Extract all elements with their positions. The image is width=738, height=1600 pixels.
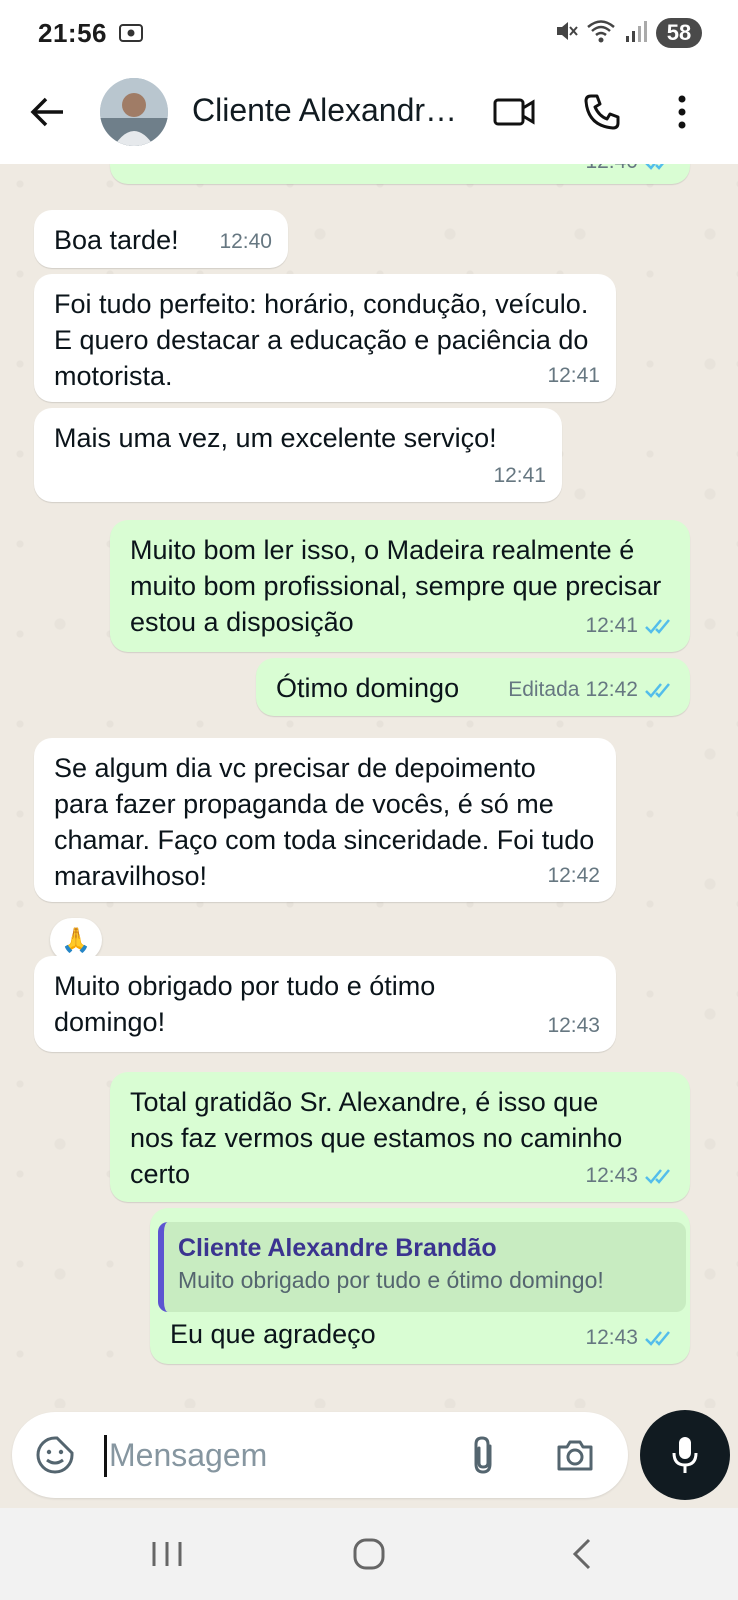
chat-title[interactable]: Cliente Alexandre… bbox=[192, 92, 472, 129]
home-icon bbox=[353, 1538, 385, 1570]
quoted-text: Muito obrigado por tudo e ótimo domingo! bbox=[178, 1267, 604, 1293]
message-bubble-outgoing[interactable]: 12:40 bbox=[110, 164, 690, 184]
microphone-icon bbox=[672, 1437, 698, 1473]
arrow-left-icon bbox=[30, 97, 63, 127]
message-meta: 12:40 bbox=[585, 164, 674, 180]
contact-photo bbox=[100, 78, 168, 146]
message-meta: 12:41 bbox=[547, 358, 600, 394]
screen-record-icon bbox=[119, 24, 143, 42]
status-icons bbox=[554, 18, 648, 44]
message-text: Muito obrigado por tudo e ótimo domingo! bbox=[54, 971, 436, 1037]
emoji-button[interactable] bbox=[32, 1432, 78, 1478]
message-bubble-incoming[interactable]: Foi tudo perfeito: horário, condução, ve… bbox=[34, 274, 616, 402]
battery-indicator: 58 bbox=[656, 18, 702, 48]
message-text: Foi tudo perfeito: horário, condução, ve… bbox=[54, 289, 589, 391]
message-text: Total gratidão Sr. Alexandre, é isso que… bbox=[130, 1087, 623, 1189]
mute-icon bbox=[557, 22, 578, 40]
message-meta: 12:41 bbox=[493, 458, 546, 494]
message-time: 12:41 bbox=[585, 614, 638, 637]
avatar[interactable] bbox=[100, 78, 168, 146]
signal-icon bbox=[626, 21, 647, 42]
message-meta: Editada 12:42 bbox=[508, 672, 674, 708]
camera-icon bbox=[557, 1440, 593, 1471]
message-time: 12:43 bbox=[585, 1326, 638, 1349]
message-text: Eu que agradeço bbox=[170, 1319, 376, 1349]
message-bubble-incoming[interactable]: Muito obrigado por tudo e ótimo domingo!… bbox=[34, 956, 616, 1052]
home-button[interactable] bbox=[344, 1534, 394, 1574]
message-list[interactable]: 12:40 Boa tarde! 12:40 Foi tudo perfeito… bbox=[0, 164, 738, 1408]
message-bubble-incoming[interactable]: Boa tarde! 12:40 bbox=[34, 210, 288, 268]
voice-message-button[interactable] bbox=[640, 1410, 730, 1500]
message-composer: Mensagem bbox=[12, 1412, 628, 1498]
menu-button[interactable] bbox=[658, 88, 706, 136]
recent-apps-icon bbox=[152, 1542, 182, 1566]
quoted-message[interactable]: Cliente Alexandre Brandão Muito obrigado… bbox=[158, 1222, 686, 1312]
message-text: Mais uma vez, um excelente serviço! bbox=[54, 423, 497, 453]
message-meta: 12:41 bbox=[585, 608, 674, 644]
video-call-button[interactable] bbox=[490, 88, 538, 136]
paperclip-icon bbox=[474, 1436, 492, 1474]
read-receipt-icon bbox=[645, 683, 670, 698]
read-receipt-icon bbox=[645, 1331, 670, 1346]
message-meta: 12:42 bbox=[547, 858, 600, 894]
message-meta: 12:43 bbox=[585, 1158, 674, 1194]
recent-apps-button[interactable] bbox=[142, 1534, 192, 1574]
message-time: 12:40 bbox=[219, 230, 272, 253]
status-time: 21:56 bbox=[38, 18, 107, 48]
attach-button[interactable] bbox=[460, 1432, 506, 1478]
status-bar: 21:56 58 bbox=[0, 0, 738, 66]
message-input[interactable]: Mensagem bbox=[104, 1435, 267, 1477]
phone-icon bbox=[584, 94, 620, 130]
message-bubble-outgoing[interactable]: Total gratidão Sr. Alexandre, é isso que… bbox=[110, 1072, 690, 1202]
message-meta: 12:43 bbox=[547, 1008, 600, 1044]
system-navigation-bar bbox=[0, 1508, 738, 1600]
message-time: 12:42 bbox=[547, 864, 600, 887]
message-bubble-incoming[interactable]: Se algum dia vc precisar de depoimento p… bbox=[34, 738, 616, 902]
sticker-emoji-icon bbox=[36, 1436, 74, 1474]
read-receipt-icon bbox=[645, 164, 664, 170]
message-time: 12:41 bbox=[547, 364, 600, 387]
read-receipt-icon bbox=[645, 1169, 670, 1184]
read-receipt-icon bbox=[645, 619, 670, 634]
chat-header: Cliente Alexandre… bbox=[0, 66, 738, 164]
message-time: 12:40 bbox=[585, 164, 638, 180]
back-nav-button[interactable] bbox=[556, 1534, 606, 1574]
message-meta: 12:43 bbox=[585, 1320, 674, 1356]
video-camera-icon bbox=[493, 98, 535, 126]
message-bubble-outgoing[interactable]: Muito bom ler isso, o Madeira realmente … bbox=[110, 520, 690, 652]
back-button[interactable] bbox=[26, 90, 70, 134]
more-vertical-icon bbox=[678, 95, 686, 129]
camera-button[interactable] bbox=[552, 1432, 598, 1478]
message-meta: 12:40 bbox=[219, 224, 272, 260]
wifi-icon bbox=[587, 20, 615, 43]
message-text: Se algum dia vc precisar de depoimento p… bbox=[54, 753, 595, 891]
quoted-author: Cliente Alexandre Brandão bbox=[178, 1234, 497, 1262]
message-bubble-incoming[interactable]: Mais uma vez, um excelente serviço! 12:4… bbox=[34, 408, 562, 502]
message-bubble-outgoing[interactable]: Ótimo domingo Editada 12:42 bbox=[256, 658, 690, 716]
message-time: 12:43 bbox=[585, 1164, 638, 1187]
voice-call-button[interactable] bbox=[578, 88, 626, 136]
edited-label: Editada bbox=[508, 678, 580, 701]
message-time: 12:41 bbox=[493, 464, 546, 487]
back-chevron-icon bbox=[572, 1538, 591, 1570]
message-time: 12:43 bbox=[547, 1014, 600, 1037]
message-time: 12:42 bbox=[585, 678, 638, 701]
